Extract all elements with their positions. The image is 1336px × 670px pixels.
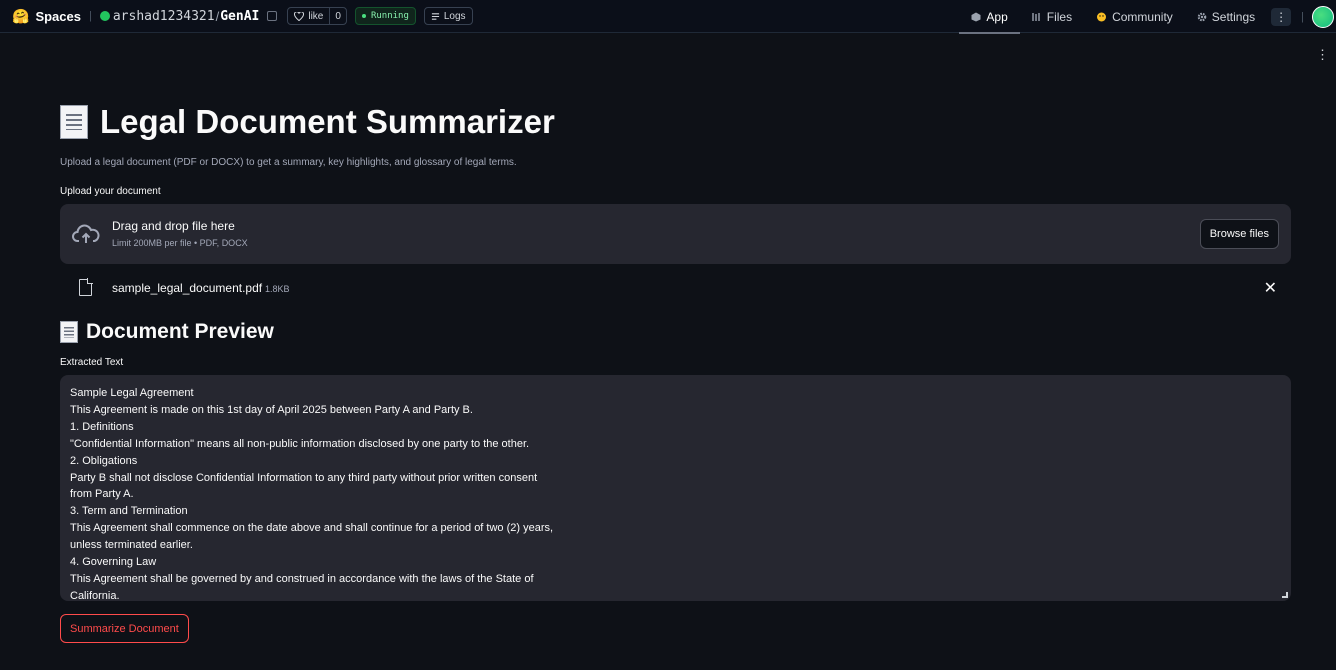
tab-files-label: Files <box>1046 9 1073 24</box>
text-line: This Agreement shall be governed by and … <box>70 572 534 585</box>
gear-icon <box>1197 12 1207 21</box>
browse-files-button[interactable]: Browse files <box>1199 219 1279 249</box>
text-line: from Party A. <box>70 488 134 501</box>
spaces-link[interactable]: Spaces <box>35 9 81 24</box>
main-content: Legal Document Summarizer Upload a legal… <box>60 100 1291 643</box>
community-icon <box>1097 12 1107 21</box>
tab-app-label: App <box>986 9 1008 24</box>
text-line: This Agreement is made on this 1st day o… <box>70 403 473 416</box>
hugging-face-logo-icon[interactable]: 🤗 <box>12 8 29 25</box>
cube-icon <box>971 12 981 21</box>
file-dropzone[interactable]: Drag and drop file here Limit 200MB per … <box>60 204 1291 264</box>
file-name: sample_legal_document.pdf <box>112 281 263 295</box>
dropzone-primary: Drag and drop file here <box>112 219 235 233</box>
like-count: 0 <box>329 8 346 24</box>
page-title: Legal Document Summarizer <box>60 100 1291 144</box>
status-badge: Running <box>354 7 416 25</box>
top-bar: 🤗 Spaces | arshad1234321 / GenAI like 0 … <box>0 0 1336 34</box>
owner-link[interactable]: arshad1234321 <box>113 9 215 24</box>
text-line: "Confidential Information" means all non… <box>70 437 530 450</box>
preview-heading: Document Preview <box>60 317 1291 347</box>
logs-label: Logs <box>443 10 466 22</box>
user-avatar[interactable] <box>1312 5 1334 28</box>
top-bar-right: App Files Community Settings ⋮ | <box>959 0 1336 34</box>
more-options-button[interactable]: ⋮ <box>1271 7 1292 26</box>
uploaded-file: sample_legal_document.pdf 1.8KB ✕ <box>60 276 1291 300</box>
owner-avatar-icon <box>99 11 110 21</box>
tab-settings[interactable]: Settings <box>1185 0 1267 33</box>
text-line: This Agreement shall commence on the dat… <box>70 522 554 535</box>
like-button[interactable]: like 0 <box>287 7 347 25</box>
repo-link[interactable]: GenAI <box>220 9 259 24</box>
document-icon <box>60 321 78 343</box>
text-line: unless terminated earlier. <box>70 539 193 552</box>
divider: | <box>1301 10 1304 23</box>
text-line: California. <box>70 589 120 601</box>
files-icon <box>1032 12 1040 21</box>
copy-icon[interactable] <box>267 11 278 21</box>
file-icon <box>79 278 93 296</box>
page-title-text: Legal Document Summarizer <box>100 103 555 140</box>
tab-settings-label: Settings <box>1211 9 1256 24</box>
app-menu-icon[interactable]: ⋮ <box>1316 48 1329 61</box>
status-dot-icon <box>361 14 366 18</box>
page-subtitle: Upload a legal document (PDF or DOCX) to… <box>60 157 517 168</box>
divider: | <box>88 10 92 22</box>
document-icon <box>60 105 88 139</box>
logs-icon <box>431 12 439 20</box>
dropzone-text: Drag and drop file here Limit 200MB per … <box>112 219 248 248</box>
upload-label: Upload your document <box>60 186 161 197</box>
text-line: 1. Definitions <box>70 420 134 433</box>
path-separator: / <box>215 8 220 24</box>
tab-app[interactable]: App <box>959 0 1021 34</box>
text-line: Sample Legal Agreement <box>70 387 194 399</box>
dropzone-limit: Limit 200MB per file • PDF, DOCX <box>112 238 248 248</box>
like-label: like <box>308 10 324 22</box>
status-text: Running <box>370 11 409 21</box>
preview-heading-text: Document Preview <box>86 320 274 343</box>
tab-community[interactable]: Community <box>1084 0 1185 33</box>
text-line: Party B shall not disclose Confidential … <box>70 471 538 484</box>
tab-community-label: Community <box>1112 9 1173 24</box>
remove-file-button[interactable]: ✕ <box>1264 278 1277 298</box>
summarize-document-button[interactable]: Summarize Document <box>60 614 189 643</box>
tab-files[interactable]: Files <box>1020 0 1084 33</box>
logs-button[interactable]: Logs <box>423 7 473 25</box>
resize-handle-icon[interactable] <box>1282 592 1288 598</box>
cloud-upload-icon <box>72 224 100 243</box>
heart-icon <box>294 11 305 21</box>
extracted-text-label: Extracted Text <box>60 357 124 368</box>
text-line: 3. Term and Termination <box>70 505 188 518</box>
top-bar-left: 🤗 Spaces | arshad1234321 / GenAI like 0 … <box>0 0 473 32</box>
extracted-text-area[interactable]: Sample Legal Agreement This Agreement is… <box>60 375 1291 601</box>
text-line: 2. Obligations <box>70 454 138 467</box>
file-size: 1.8KB <box>265 284 290 294</box>
like-label-wrap: like <box>288 11 329 22</box>
text-line: 4. Governing Law <box>70 556 157 569</box>
